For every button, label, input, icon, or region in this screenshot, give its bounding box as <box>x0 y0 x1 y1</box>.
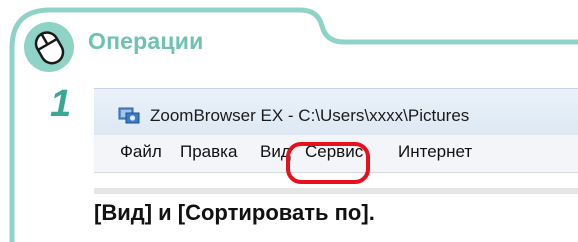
step-number: 1 <box>50 83 72 125</box>
window-title: ZoomBrowser EX - C:\Users\xxxx\Pictures <box>150 106 470 125</box>
instruction-text: [Вид] и [Сортировать по]. <box>94 200 375 225</box>
mouse-icon-badge <box>24 22 74 72</box>
menu-file[interactable]: Файл <box>120 142 162 162</box>
menu-edit[interactable]: Правка <box>180 142 237 162</box>
menu-view-highlight <box>286 142 370 184</box>
window-titlebar: ZoomBrowser EX - C:\Users\xxxx\Pictures <box>94 88 578 136</box>
zoombrowser-app-icon <box>118 107 140 124</box>
mouse-icon <box>34 31 65 65</box>
window-toolbar-edge <box>94 188 578 194</box>
menu-internet[interactable]: Интернет <box>398 142 472 162</box>
section-heading: Операции <box>88 28 204 54</box>
